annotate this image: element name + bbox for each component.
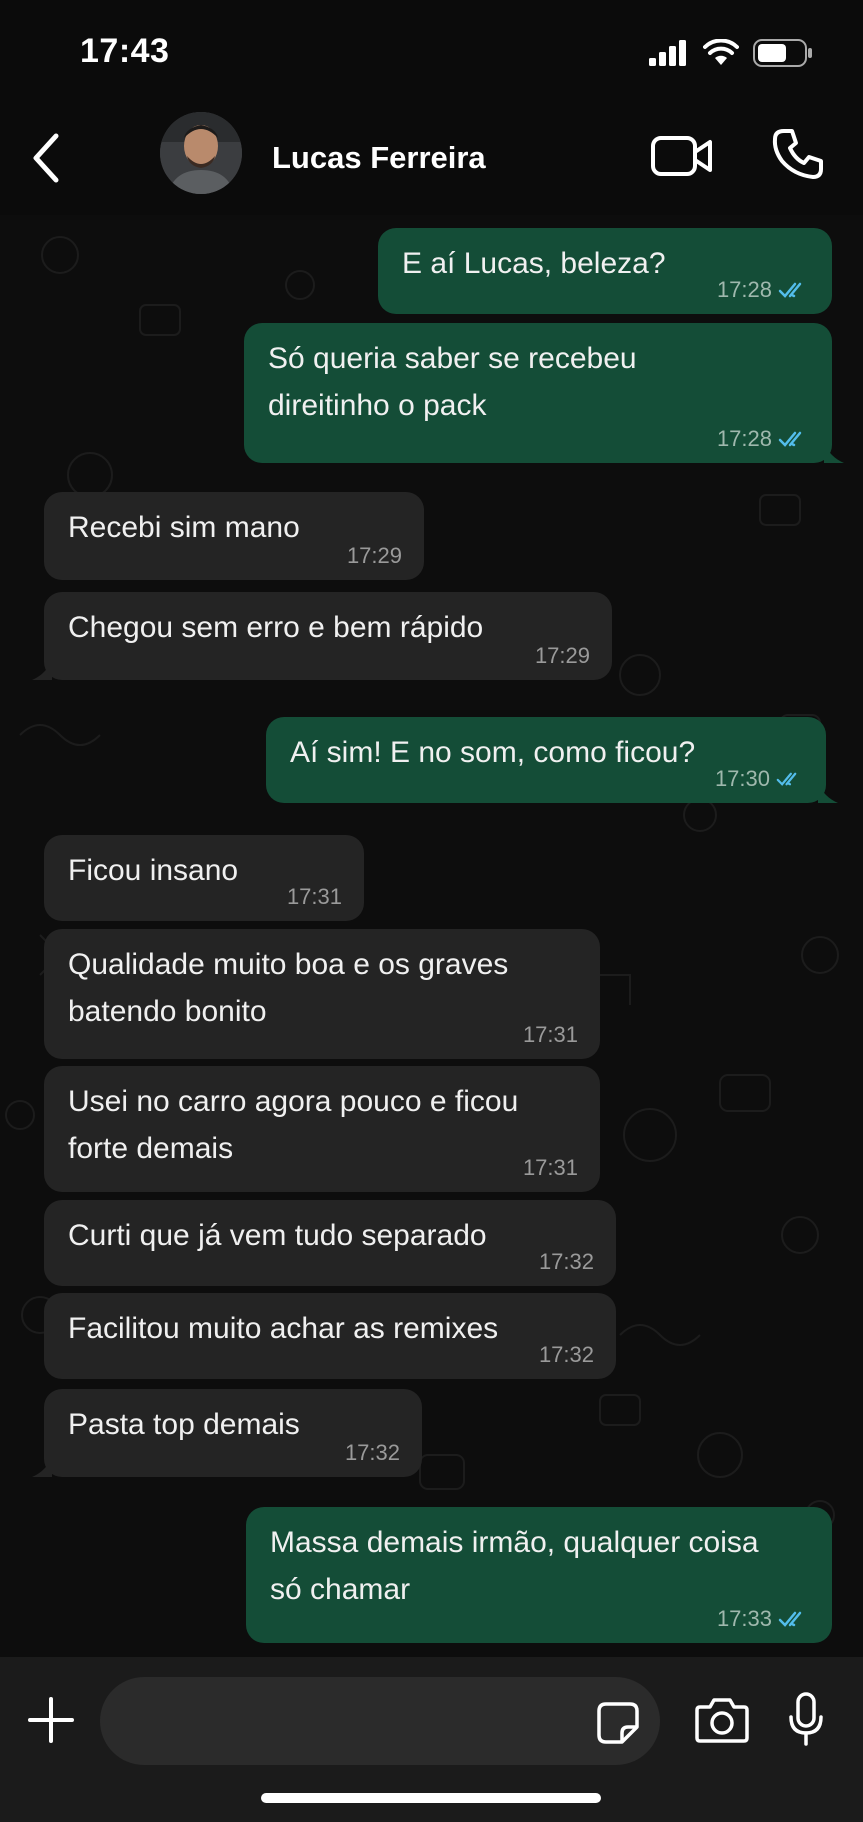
message-meta: 17:33 — [717, 1607, 810, 1631]
message-time: 17:32 — [538, 1342, 594, 1367]
message-meta: 17:29 — [347, 544, 402, 568]
status-icons — [649, 38, 813, 68]
message-meta: 17:32 — [345, 1441, 400, 1465]
double-check-icon — [776, 772, 797, 786]
double-check-icon — [778, 282, 802, 298]
message-time: 17:31 — [522, 1022, 578, 1047]
home-indicator — [261, 1793, 601, 1803]
contact-name[interactable]: Lucas Ferreira — [272, 140, 486, 176]
message-text: Facilitou muito achar as remixes — [68, 1312, 499, 1345]
message-text: Chegou sem erro e bem rápido — [68, 611, 484, 644]
double-check-icon — [778, 1611, 802, 1627]
message-time: 17:28 — [716, 426, 772, 451]
plus-icon[interactable] — [26, 1695, 76, 1745]
message-meta: 17:30 — [715, 767, 804, 791]
chat-header: Lucas Ferreira — [0, 100, 863, 215]
message-bubble-incoming[interactable]: Qualidade muito boa e os graves batendo … — [44, 929, 600, 1059]
wifi-icon — [703, 39, 739, 65]
message-text: Usei no carro agora pouco e ficou forte … — [68, 1085, 519, 1165]
message-meta: 17:29 — [535, 644, 590, 668]
message-bubble-incoming[interactable]: Chegou sem erro e bem rápido 17:29 — [32, 592, 612, 680]
camera-icon[interactable] — [694, 1695, 750, 1745]
message-composer — [0, 1657, 863, 1822]
bubble-tail — [824, 443, 844, 463]
message-text: Curti que já vem tudo separado — [68, 1219, 487, 1252]
double-check-icon — [778, 431, 802, 447]
message-meta: 17:31 — [287, 885, 342, 909]
message-time: 17:29 — [346, 543, 402, 568]
message-bubble-outgoing[interactable]: Massa demais irmão, qualquer coisa só ch… — [246, 1507, 832, 1643]
video-call-icon[interactable] — [650, 132, 714, 180]
bubble-tail — [32, 1457, 52, 1477]
message-meta: 17:32 — [539, 1250, 594, 1274]
status-bar: 17:43 — [0, 0, 863, 110]
avatar-photo — [160, 112, 242, 194]
message-time: 17:32 — [344, 1440, 400, 1465]
message-time: 17:33 — [716, 1606, 772, 1631]
message-time: 17:32 — [538, 1249, 594, 1274]
message-time: 17:28 — [716, 277, 772, 302]
message-meta: 17:28 — [717, 278, 810, 302]
message-bubble-incoming[interactable]: Usei no carro agora pouco e ficou forte … — [44, 1066, 600, 1192]
message-time: 17:31 — [286, 884, 342, 909]
avatar[interactable] — [160, 112, 242, 194]
message-meta: 17:31 — [523, 1156, 578, 1180]
message-bubble-outgoing[interactable]: Aí sim! E no som, como ficou? 17:30 — [266, 717, 838, 803]
bubble-tail — [32, 660, 52, 680]
message-bubble-incoming[interactable]: Facilitou muito achar as remixes 17:32 — [44, 1293, 616, 1379]
message-bubble-outgoing[interactable]: E aí Lucas, beleza? 17:28 — [378, 228, 832, 314]
message-bubble-incoming[interactable]: Pasta top demais 17:32 — [32, 1389, 422, 1477]
sticker-icon[interactable] — [596, 1701, 640, 1745]
message-text: Massa demais irmão, qualquer coisa só ch… — [270, 1526, 759, 1606]
message-bubble-incoming[interactable]: Recebi sim mano 17:29 — [44, 492, 424, 580]
message-meta: 17:28 — [717, 427, 810, 451]
message-bubble-outgoing[interactable]: Só queria saber se recebeu direitinho o … — [244, 323, 844, 463]
battery-icon — [753, 39, 812, 67]
message-time: 17:29 — [534, 643, 590, 668]
message-time: 17:30 — [714, 766, 770, 791]
message-meta: 17:31 — [523, 1023, 578, 1047]
message-text: Só queria saber se recebeu direitinho o … — [268, 342, 637, 422]
phone-icon[interactable] — [770, 126, 826, 182]
mic-icon[interactable] — [786, 1691, 826, 1747]
bubble-tail — [818, 783, 838, 803]
message-time: 17:31 — [522, 1155, 578, 1180]
message-meta: 17:32 — [539, 1343, 594, 1367]
message-bubble-incoming[interactable]: Ficou insano 17:31 — [44, 835, 364, 921]
back-icon[interactable] — [26, 130, 66, 186]
message-input[interactable] — [100, 1677, 660, 1765]
status-time: 17:43 — [80, 32, 170, 70]
message-bubble-incoming[interactable]: Curti que já vem tudo separado 17:32 — [44, 1200, 616, 1286]
chat-area[interactable]: E aí Lucas, beleza? 17:28 Só queria sabe… — [0, 215, 863, 1657]
cellular-signal-icon — [649, 40, 686, 66]
message-text: Qualidade muito boa e os graves batendo … — [68, 948, 509, 1028]
